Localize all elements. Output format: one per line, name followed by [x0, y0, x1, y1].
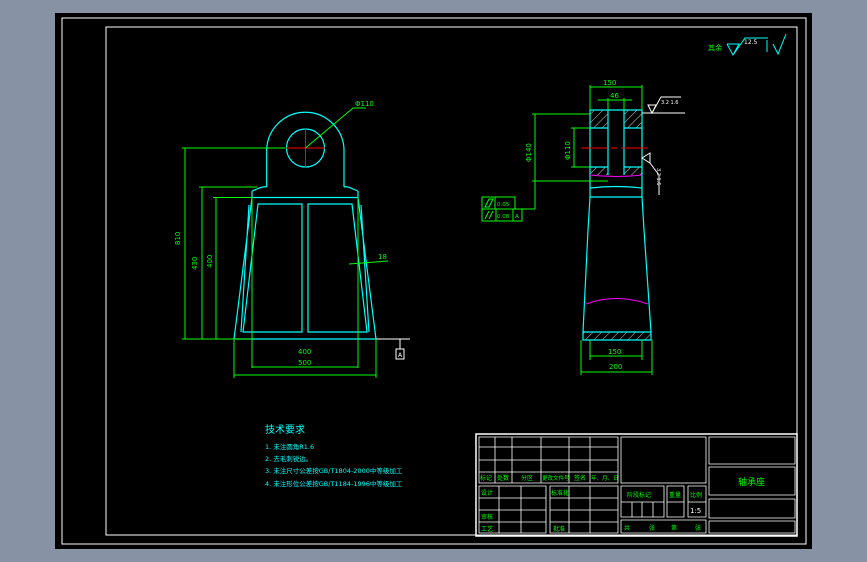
sheet-number-label: 第 [671, 524, 677, 532]
dim-150-top: 150 [603, 79, 616, 87]
dim-46: 46 [610, 92, 619, 100]
tech-title: 技术要求 [265, 423, 305, 436]
dim-810: 810 [174, 232, 182, 245]
dim-wall: 18 [378, 253, 387, 261]
design-label: 设计 [481, 489, 493, 497]
scale-value: 1:5 [690, 507, 701, 515]
finish-value: 12.5 [744, 39, 758, 46]
tech-item: 4. 未注形位公差按GB/T1184-1996中等级加工 [265, 479, 403, 488]
approve-label: 批准 [553, 525, 565, 533]
dim-200: 200 [609, 363, 622, 371]
header-signature: 签名 [574, 474, 586, 482]
sheets-unit-label: 张 [649, 524, 655, 532]
cad-viewer: 其余 12.5 A 810 430 400 400 500 Φ110 18 15… [0, 0, 867, 562]
tech-item: 1. 未注圆角R1.6 [265, 442, 314, 451]
header-mark: 标记 [480, 474, 492, 482]
weight-label: 重量 [669, 491, 681, 499]
tech-item: 3. 未注尺寸公差按GB/T1804-2000中等级加工 [265, 466, 403, 475]
sheet-unit-label: 张 [695, 524, 701, 532]
tolerance-datum: A [515, 214, 519, 220]
header-change-doc: 更改文件号 [542, 474, 570, 482]
drawing-canvas[interactable]: 其余 12.5 A 810 430 400 400 500 Φ110 18 15… [0, 0, 867, 562]
tech-item: 2. 去毛刺锐边。 [265, 454, 312, 463]
dim-150-bottom: 150 [608, 348, 621, 356]
standardize-label: 标准化 [551, 489, 569, 497]
dim-400: 400 [298, 348, 311, 356]
tolerance-1: 0.05 [497, 202, 510, 208]
tolerance-2: 0.08 [497, 214, 510, 220]
part-name: 轴承座 [738, 476, 765, 488]
dim-phi140: Φ140 [525, 143, 533, 162]
header-count: 处数 [497, 474, 509, 482]
dim-hole: Φ110 [355, 100, 374, 108]
dim-430: 430 [191, 257, 199, 270]
finish-side: 3.2 1.6 [655, 168, 661, 186]
header-zone: 分区 [521, 474, 533, 482]
finish-top: 3.2 1.6 [661, 100, 679, 106]
sheets-total-label: 共 [624, 524, 630, 532]
process-label: 工艺 [481, 525, 493, 533]
dim-phi110: Φ110 [564, 141, 572, 160]
review-label: 审核 [481, 513, 493, 521]
header-date: 年、月、日 [591, 474, 619, 482]
dim-500: 500 [298, 359, 311, 367]
scale-label: 比例 [690, 491, 702, 499]
dim-400-vertical: 400 [206, 255, 214, 268]
stage-mark-label: 阶段标记 [627, 491, 651, 499]
finish-label: 其余 [708, 43, 722, 52]
sheet [55, 13, 812, 549]
